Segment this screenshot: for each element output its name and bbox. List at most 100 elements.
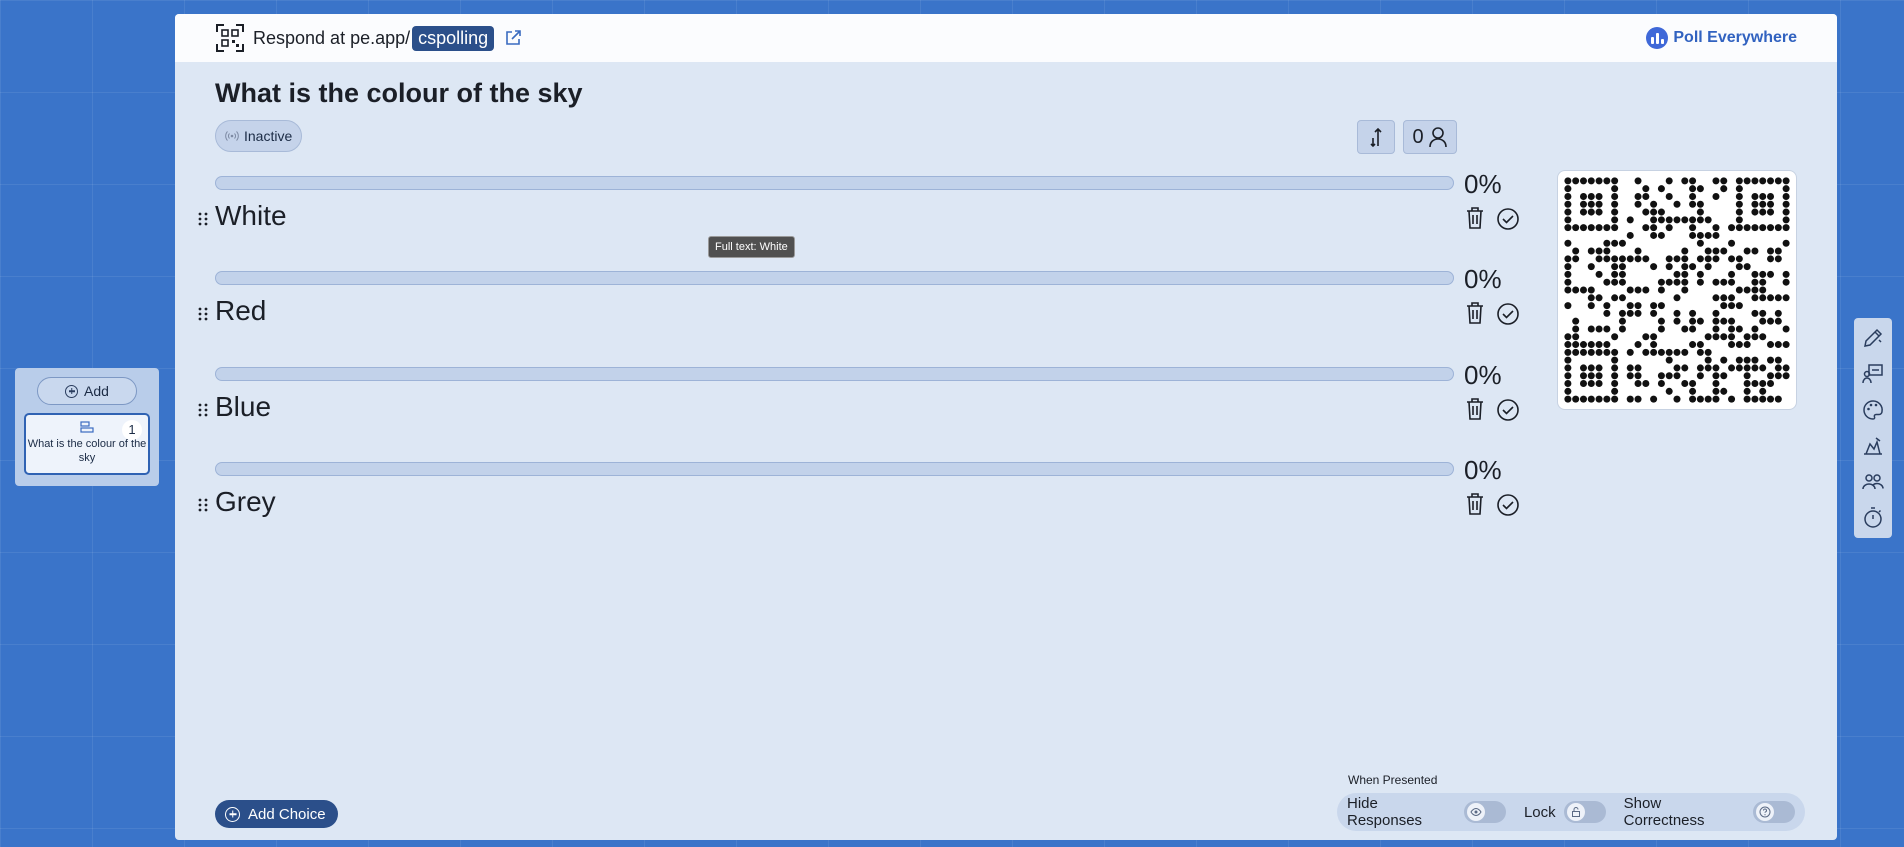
response-count-button[interactable]: 0	[1403, 120, 1457, 154]
qr-module	[1611, 333, 1619, 341]
question-title[interactable]: What is the colour of the sky	[215, 78, 583, 109]
qr-module	[1650, 395, 1658, 403]
hide-responses-switch[interactable]	[1464, 801, 1506, 823]
lock-switch[interactable]	[1563, 801, 1606, 823]
qr-module	[1642, 255, 1650, 263]
qr-module	[1618, 317, 1626, 325]
qr-module	[1595, 372, 1603, 380]
qr-module	[1759, 208, 1767, 216]
edit-pen-icon[interactable]	[1861, 326, 1885, 350]
qr-module	[1774, 341, 1782, 349]
qr-module	[1782, 239, 1790, 247]
trash-icon[interactable]	[1464, 206, 1486, 230]
qr-module	[1728, 364, 1736, 372]
slide-title: What is the colour of the sky	[27, 438, 147, 464]
qr-module	[1774, 255, 1782, 263]
qr-module	[1611, 364, 1619, 372]
qr-module	[1595, 270, 1603, 278]
qr-module	[1767, 255, 1775, 263]
qr-module	[1720, 247, 1728, 255]
trash-icon[interactable]	[1464, 492, 1486, 516]
qr-module	[1595, 380, 1603, 388]
qr-module	[1587, 263, 1595, 271]
qr-module	[1735, 185, 1743, 193]
qr-module	[1564, 224, 1572, 232]
qr-module	[1650, 216, 1658, 224]
qr-module	[1782, 216, 1790, 224]
qr-module	[1681, 177, 1689, 185]
qr-module	[1587, 208, 1595, 216]
qr-module	[1728, 270, 1736, 278]
qr-module	[1728, 341, 1736, 349]
audience-icon[interactable]	[1861, 470, 1885, 494]
qr-module	[1782, 224, 1790, 232]
add-choice-label: Add Choice	[248, 805, 326, 823]
qr-module	[1564, 364, 1572, 372]
qr-module	[1696, 200, 1704, 208]
qr-module	[1587, 372, 1595, 380]
sort-button[interactable]	[1357, 120, 1395, 154]
qr-module	[1587, 247, 1595, 255]
qr-module	[1735, 356, 1743, 364]
mark-correct-icon[interactable]	[1496, 302, 1520, 326]
choice-label[interactable]: Red	[215, 295, 266, 327]
qr-module	[1743, 387, 1751, 395]
drag-handle-icon[interactable]	[197, 403, 209, 417]
qr-module	[1689, 341, 1697, 349]
qr-module	[1595, 364, 1603, 372]
qr-module	[1782, 364, 1790, 372]
when-presented-label: When Presented	[1348, 773, 1438, 787]
choice-result-bar	[215, 367, 1454, 381]
slide-thumbnail[interactable]: What is the colour of the sky 1	[24, 413, 150, 475]
qr-module	[1626, 255, 1634, 263]
qr-module	[1774, 356, 1782, 364]
qr-module	[1572, 348, 1580, 356]
external-link-icon[interactable]	[504, 29, 522, 47]
qr-module	[1774, 364, 1782, 372]
show-correctness-switch[interactable]	[1753, 801, 1795, 823]
qr-code[interactable]	[1557, 170, 1797, 410]
qr-module	[1751, 208, 1759, 216]
mark-correct-icon[interactable]	[1496, 398, 1520, 422]
plus-circle-icon	[65, 384, 79, 398]
qr-module	[1712, 395, 1720, 403]
choice-label[interactable]: Blue	[215, 391, 271, 423]
qr-module	[1603, 325, 1611, 333]
palette-icon[interactable]	[1861, 398, 1885, 422]
add-slide-button[interactable]: Add	[37, 377, 137, 405]
drag-handle-icon[interactable]	[197, 212, 209, 226]
activation-status-chip[interactable]: Inactive	[215, 120, 303, 152]
qr-module	[1595, 348, 1603, 356]
qr-module	[1673, 200, 1681, 208]
qr-module	[1587, 177, 1595, 185]
drag-handle-icon[interactable]	[197, 498, 209, 512]
qr-module	[1603, 239, 1611, 247]
qr-module	[1611, 263, 1619, 271]
qr-module	[1759, 278, 1767, 286]
qr-module	[1603, 395, 1611, 403]
timer-icon[interactable]	[1861, 506, 1885, 530]
visual-settings-icon[interactable]	[1861, 434, 1885, 458]
qr-module	[1751, 395, 1759, 403]
qr-module	[1564, 302, 1572, 310]
mark-correct-icon[interactable]	[1496, 493, 1520, 517]
drag-handle-icon[interactable]	[197, 307, 209, 321]
choice-label[interactable]: White	[215, 200, 287, 232]
qr-module	[1751, 192, 1759, 200]
response-count: 0	[1412, 125, 1424, 148]
qr-module	[1712, 192, 1720, 200]
qr-module	[1712, 255, 1720, 263]
add-choice-button[interactable]: Add Choice	[215, 800, 338, 828]
trash-icon[interactable]	[1464, 301, 1486, 325]
qr-module	[1634, 302, 1642, 310]
presenter-icon[interactable]	[1861, 362, 1885, 386]
respond-code: cspolling	[412, 25, 495, 51]
qr-module	[1634, 255, 1642, 263]
qr-module	[1767, 356, 1775, 364]
trash-icon[interactable]	[1464, 397, 1486, 421]
qr-module	[1751, 364, 1759, 372]
qr-module	[1618, 325, 1626, 333]
choice-label[interactable]: Grey	[215, 486, 276, 518]
choice-result-bar	[215, 176, 1454, 190]
mark-correct-icon[interactable]	[1496, 207, 1520, 231]
